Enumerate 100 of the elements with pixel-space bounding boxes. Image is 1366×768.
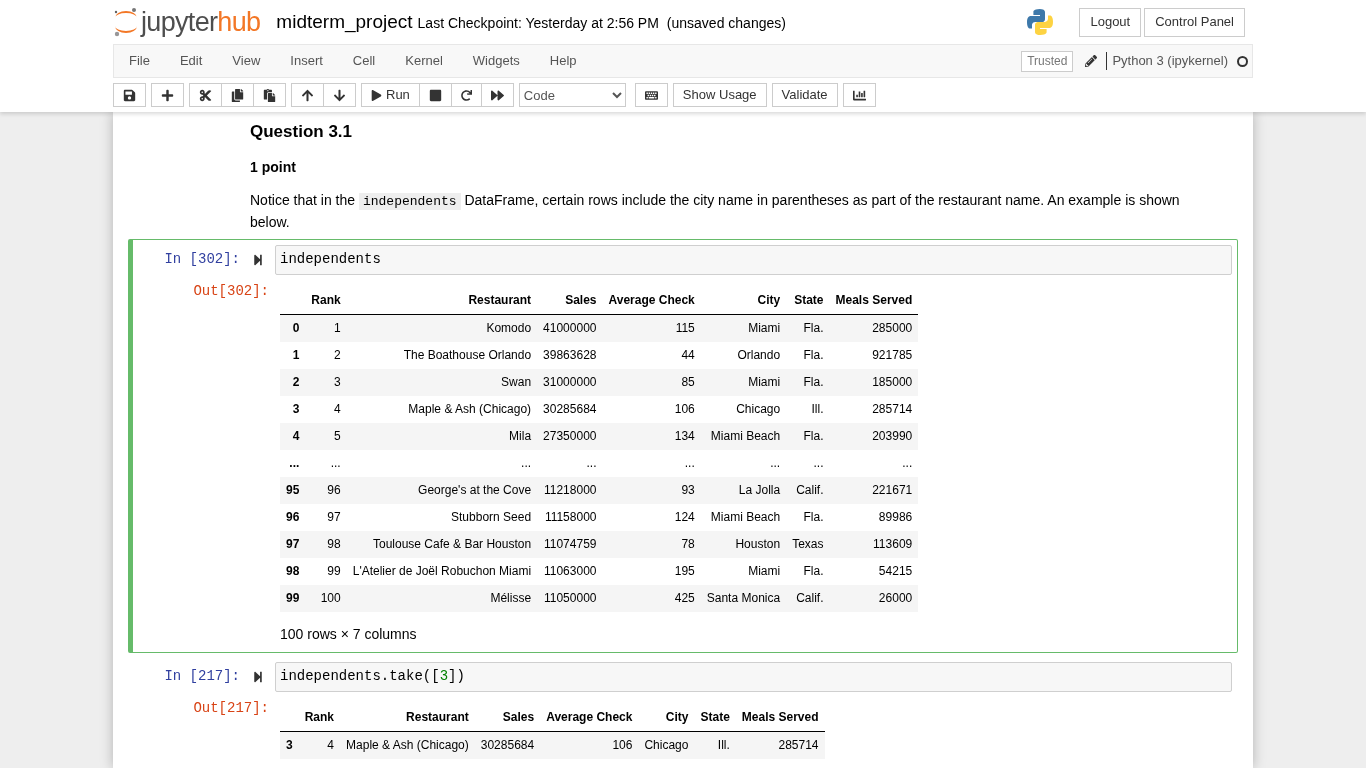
code-cell[interactable]: In [217]: independents.take([3]) Out[217]: Rank Restaurant Sales Average Check City State Meals Served 3 4 Maple & Ash (Chicago) 30285684 106 Chicago Ill. 285714 [128, 655, 1238, 765]
save-status: (unsaved changes) [666, 14, 786, 33]
table-cell: 30285684 [543, 402, 597, 416]
menu-item[interactable]: Help [534, 51, 592, 71]
header-button[interactable]: Control Panel [1144, 7, 1245, 37]
table-cell: 11218000 [544, 483, 597, 497]
cell-type-select[interactable]: Code [518, 83, 626, 107]
toolbar-button[interactable]: Show Usage [672, 83, 767, 107]
restart-button[interactable] [450, 83, 482, 107]
edit-icon[interactable] [1085, 55, 1098, 67]
table-cell: 54215 [878, 564, 913, 578]
row-index: 3 [286, 738, 293, 753]
table-cell: 39863628 [543, 348, 597, 362]
kernel-name: Python 3 (ipykernel) [1112, 52, 1228, 71]
input-prompt: In [302]: [164, 251, 240, 267]
row-index: 1 [292, 348, 300, 362]
insert-cell-button[interactable] [151, 83, 184, 107]
checkpoint-status: Last Checkpoint: Yesterday at 2:56 PM [417, 14, 659, 33]
copy-button[interactable] [221, 83, 254, 107]
paste-icon [263, 88, 276, 102]
row-index: 3 [292, 402, 300, 416]
logo-wordmark[interactable]: jupyterhub [141, 8, 261, 36]
table-dimensions: 100 rows × 7 columns [280, 624, 418, 644]
row-index: 99 [286, 591, 300, 605]
table-cell: Ill. [717, 738, 730, 753]
toolbar-button[interactable]: Validate [771, 83, 838, 107]
cut-button[interactable] [189, 83, 222, 107]
table-cell: 4 [327, 738, 335, 753]
arrow-down-icon [333, 88, 346, 102]
keyboard-button[interactable] [634, 83, 668, 107]
keyboard-icon [644, 88, 658, 102]
table-cell: L'Atelier de Joël Robuchon Miami [352, 564, 532, 578]
trusted-indicator[interactable]: Trusted [1021, 50, 1074, 72]
row-index: 0 [292, 321, 300, 336]
code-input[interactable]: independents.take([3]) [275, 661, 1232, 692]
table-cell: ... [330, 456, 341, 470]
table-cell: 31000000 [543, 375, 597, 389]
menu-item[interactable]: Insert [275, 51, 338, 71]
row-index: 2 [292, 375, 300, 389]
menu-item[interactable]: Widgets [457, 51, 535, 71]
table-cell: Calif. [796, 483, 824, 497]
table-cell: 89986 [878, 510, 913, 524]
table-cell: 11050000 [544, 591, 597, 605]
table-cell: Ill. [811, 402, 824, 416]
table-cell: Chicago [736, 402, 781, 416]
column-header: Meals Served [741, 710, 819, 725]
chart-button[interactable] [842, 83, 876, 107]
table-cell: Fla. [803, 375, 824, 389]
paste-button[interactable] [253, 83, 286, 107]
table-cell: 115 [675, 321, 695, 336]
input-prompt: In [217]: [164, 668, 240, 684]
code-input[interactable]: independents [275, 244, 1232, 275]
table-cell: ... [586, 456, 597, 470]
column-header: Rank [304, 710, 335, 725]
table-cell: Toulouse Cafe & Bar Houston [373, 537, 532, 551]
table-cell: 425 [674, 591, 695, 605]
table-cell: The Boathouse Orlando [403, 348, 532, 362]
table-cell: 285714 [778, 738, 819, 753]
table-cell: La Jolla [738, 483, 781, 497]
run-cell-icon[interactable] [251, 253, 264, 266]
table-cell: Miami [748, 375, 781, 389]
table-cell: 96 [327, 483, 341, 497]
column-header: City [757, 293, 781, 308]
run-button[interactable]: Run [361, 83, 420, 107]
save-button[interactable] [113, 83, 146, 107]
table-cell: Miami [748, 321, 781, 336]
menu-item[interactable]: File [114, 51, 165, 71]
column-header: State [700, 710, 730, 725]
question-text: Notice that in the independents DataFrame, certain rows include the city name in parentheses as part of the restaurant name. An example is shown below. [250, 190, 1181, 232]
table-cell: Chicago [644, 738, 689, 753]
menu-item[interactable]: Kernel [390, 51, 458, 71]
table-cell: Fla. [803, 321, 824, 336]
menu-item[interactable]: Edit [164, 51, 218, 71]
table-cell: 100 [320, 591, 341, 605]
table-cell: ... [770, 456, 781, 470]
move-down-button[interactable] [323, 83, 356, 107]
move-up-button[interactable] [291, 83, 324, 107]
table-cell: Stubborn Seed [451, 510, 532, 524]
play-icon [371, 89, 382, 101]
row-index: 95 [286, 483, 300, 497]
notebook-name[interactable]: midterm_project [276, 7, 413, 37]
header-button[interactable]: Logout [1079, 7, 1142, 37]
interrupt-button[interactable] [418, 83, 452, 107]
table-cell: 134 [674, 429, 695, 443]
menu-item[interactable]: Cell [337, 51, 391, 71]
run-all-button[interactable] [480, 83, 514, 107]
table-cell: Fla. [803, 429, 824, 443]
table-cell: Houston [735, 537, 781, 551]
row-index: 96 [286, 510, 300, 524]
table-cell: Fla. [803, 348, 824, 362]
table-cell: 98 [327, 537, 341, 551]
menu-item[interactable]: View [217, 51, 276, 71]
points-label: 1 point [250, 157, 297, 177]
row-index: 4 [292, 429, 300, 443]
selected-code-cell[interactable] [128, 238, 1238, 653]
column-header: Sales [502, 710, 535, 725]
table-cell: 99 [327, 564, 341, 578]
column-header: City [665, 710, 689, 725]
run-cell-icon[interactable] [251, 670, 264, 683]
question-heading: Question 3.1 [250, 121, 354, 143]
